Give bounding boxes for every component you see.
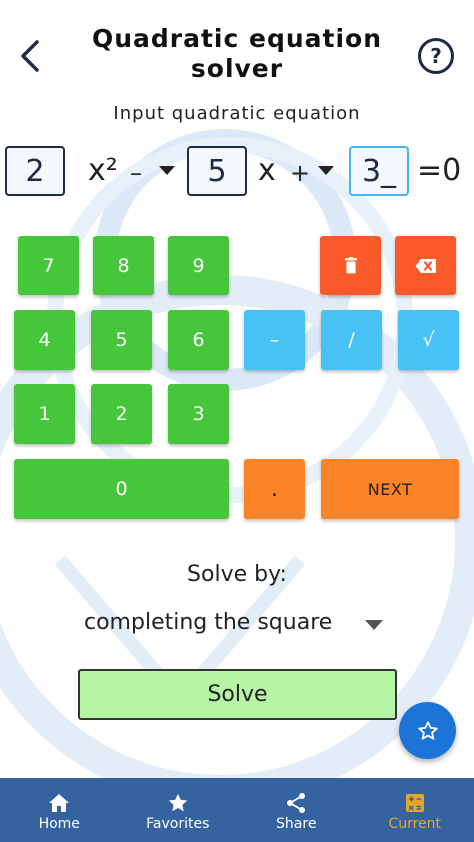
home-icon [49,794,70,812]
bottom-navigation: Home Favorites Share Current [0,778,474,842]
arrow-left-icon [21,40,39,72]
key-9[interactable]: 9 [168,236,229,295]
key-4[interactable]: 4 [14,310,75,370]
page-title: Quadratic equation solver [91,24,383,83]
sign2-dropdown-chevron-icon[interactable] [318,166,334,175]
key-5[interactable]: 5 [91,310,152,370]
solve-by-label: Solve by: [187,562,287,587]
calculator-icon [405,794,424,812]
nav-favorites[interactable]: Favorites [119,778,238,842]
x-squared-label: x² [88,153,118,188]
star-outline-icon [417,720,438,740]
coefficient-b-value: 5 [207,153,227,189]
favorite-fab-button[interactable] [399,702,456,759]
method-select[interactable]: completing the square [84,610,332,635]
backspace-icon [415,258,436,273]
sign2-value: + [290,159,311,187]
nav-share-label: Share [276,816,317,832]
key-0[interactable]: 0 [14,459,229,519]
minus-key[interactable]: – [244,310,305,370]
key-1[interactable]: 1 [14,384,75,444]
nav-share[interactable]: Share [237,778,356,842]
key-3[interactable]: 3 [168,384,229,444]
key-8[interactable]: 8 [93,236,154,295]
backspace-button[interactable] [395,236,456,295]
equals-zero-label: =0 [417,153,462,188]
help-icon: ? [430,44,442,68]
coefficient-c-value: 3_ [361,153,397,189]
nav-home-label: Home [38,816,80,832]
solve-button[interactable]: Solve [78,669,397,720]
nav-current[interactable]: Current [356,778,474,842]
chevron-down-icon[interactable] [365,620,383,630]
trash-icon [344,257,357,274]
next-button[interactable]: NEXT [321,459,459,519]
sign1-value: – [130,159,142,187]
help-button[interactable]: ? [418,38,454,74]
input-instruction: Input quadratic equation [113,103,361,124]
x-label: x [258,153,276,188]
coefficient-b-field[interactable]: 5 [187,146,247,196]
share-icon [287,793,306,813]
sign1-dropdown-chevron-icon[interactable] [159,166,175,175]
coefficient-a-value: 2 [25,153,45,189]
back-button[interactable] [10,36,50,76]
nav-favorites-label: Favorites [146,816,210,832]
nav-current-label: Current [388,816,442,832]
clear-button[interactable] [320,236,381,295]
key-2[interactable]: 2 [91,384,152,444]
star-icon [168,793,187,812]
divide-key[interactable]: / [321,310,382,370]
coefficient-c-field[interactable]: 3_ [349,146,409,196]
key-7[interactable]: 7 [18,236,79,295]
key-6[interactable]: 6 [168,310,229,370]
decimal-point-key[interactable]: . [244,459,305,519]
nav-home[interactable]: Home [0,778,119,842]
coefficient-a-field[interactable]: 2 [5,146,65,196]
sqrt-key[interactable]: √ [398,310,459,370]
